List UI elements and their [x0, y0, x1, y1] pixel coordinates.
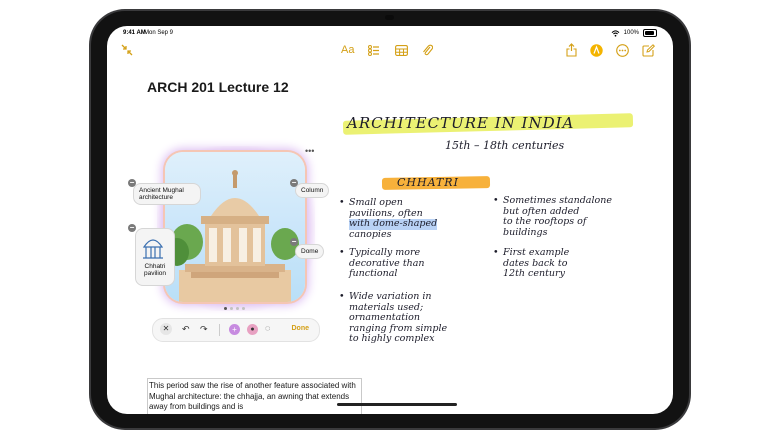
note-line: ornamentation [349, 312, 420, 323]
share-icon[interactable] [566, 43, 577, 57]
note-line: Typically more [349, 247, 421, 258]
battery-percent: 100% [623, 30, 639, 36]
note-line: 12th century [503, 268, 565, 279]
remove-label-icon[interactable]: − [128, 224, 136, 232]
note-title[interactable]: ARCH 201 Lecture 12 [147, 79, 289, 95]
close-icon[interactable]: ✕ [160, 323, 172, 335]
collapse-arrows-icon[interactable] [121, 44, 133, 56]
lasso-icon[interactable]: ◌ [265, 323, 270, 333]
label-column[interactable]: Column [295, 183, 330, 198]
note-line: to highly complex [349, 333, 435, 344]
redo-icon[interactable]: ↷ [200, 324, 208, 335]
status-right: 100% [611, 29, 657, 37]
handwritten-centuries: 15th – 18th centuries [445, 139, 565, 152]
note-line: buildings [503, 226, 548, 238]
status-bar: 9:41 AM Mon Sep 9 100% [107, 26, 673, 40]
status-date: Mon Sep 9 [144, 30, 174, 36]
note-paragraph[interactable]: This period saw the rise of another feat… [147, 378, 362, 414]
person-icon[interactable]: ● [247, 324, 258, 335]
done-button[interactable]: Done [292, 325, 310, 332]
table-icon[interactable] [395, 45, 408, 56]
handwritten-subheading: CHHATRI [397, 176, 459, 189]
page-dot[interactable] [236, 307, 239, 310]
battery-icon [643, 29, 657, 37]
bullet-dot: • [339, 197, 345, 208]
chhatri-pavilion-illustration [165, 170, 299, 302]
home-indicator[interactable] [337, 403, 457, 406]
label-chhatri-pavilion[interactable]: Chhatri pavilion [135, 228, 175, 286]
undo-icon[interactable]: ↶ [182, 324, 190, 335]
format-text-button[interactable]: Aa [341, 44, 354, 56]
page-dot[interactable] [242, 307, 245, 310]
right-bullet-1: • Sometimes standalone but often added t… [493, 195, 612, 238]
page-dot-active[interactable] [224, 307, 227, 310]
handwritten-heading: ARCHITECTURE IN INDIA [347, 114, 575, 132]
wifi-icon [611, 29, 620, 37]
note-line: canopies [349, 228, 392, 240]
pavilion-sketch-icon [142, 239, 164, 259]
add-icon[interactable]: + [229, 324, 240, 335]
bullet-dot: • [493, 195, 499, 206]
bullet-dot: • [339, 247, 345, 258]
left-bullet-1: • Small open pavilions, often with dome-… [339, 197, 438, 240]
checklist-icon[interactable] [368, 45, 380, 56]
page-indicator [224, 307, 245, 310]
label-dome[interactable]: Dome [295, 244, 325, 259]
paperclip-icon[interactable] [422, 44, 433, 57]
ellipsis-circle-icon[interactable] [616, 44, 629, 57]
bullet-dot: • [339, 291, 345, 302]
pencil-tip-circle-icon[interactable] [590, 44, 603, 57]
front-camera [385, 15, 394, 20]
note-line: Sometimes standalone [503, 195, 612, 206]
label-ancient-mughal[interactable]: Ancient Mughal architecture [133, 183, 201, 205]
divider [219, 324, 220, 336]
note-line: First example [503, 247, 570, 258]
note-line: Small open [349, 197, 403, 208]
note-line-highlighted: with dome-shaped [349, 218, 438, 230]
left-bullet-3: • Wide variation in materials used; orna… [339, 291, 447, 345]
battery-level [645, 31, 654, 35]
bullet-dot: • [493, 247, 499, 258]
page-dot[interactable] [230, 307, 233, 310]
label-chhatri-text: Chhatri pavilion [143, 263, 167, 277]
card-more-icon[interactable]: ••• [305, 146, 314, 156]
note-line: Wide variation in [349, 291, 432, 302]
note-line: functional [349, 268, 398, 279]
note-line: to the rooftops of [503, 216, 587, 227]
left-bullet-2: • Typically more decorative than functio… [339, 247, 425, 280]
status-time: 9:41 AM [123, 30, 146, 36]
chhatri-image-card[interactable] [165, 152, 305, 302]
compose-icon[interactable] [642, 44, 655, 57]
right-bullet-2: • First example dates back to 12th centu… [493, 247, 570, 280]
screen: 9:41 AM Mon Sep 9 100% Aa ARCH 201 Lectu… [107, 26, 673, 414]
image-edit-bar: ✕ ↶ ↷ + ● ◌ Done [152, 318, 320, 342]
